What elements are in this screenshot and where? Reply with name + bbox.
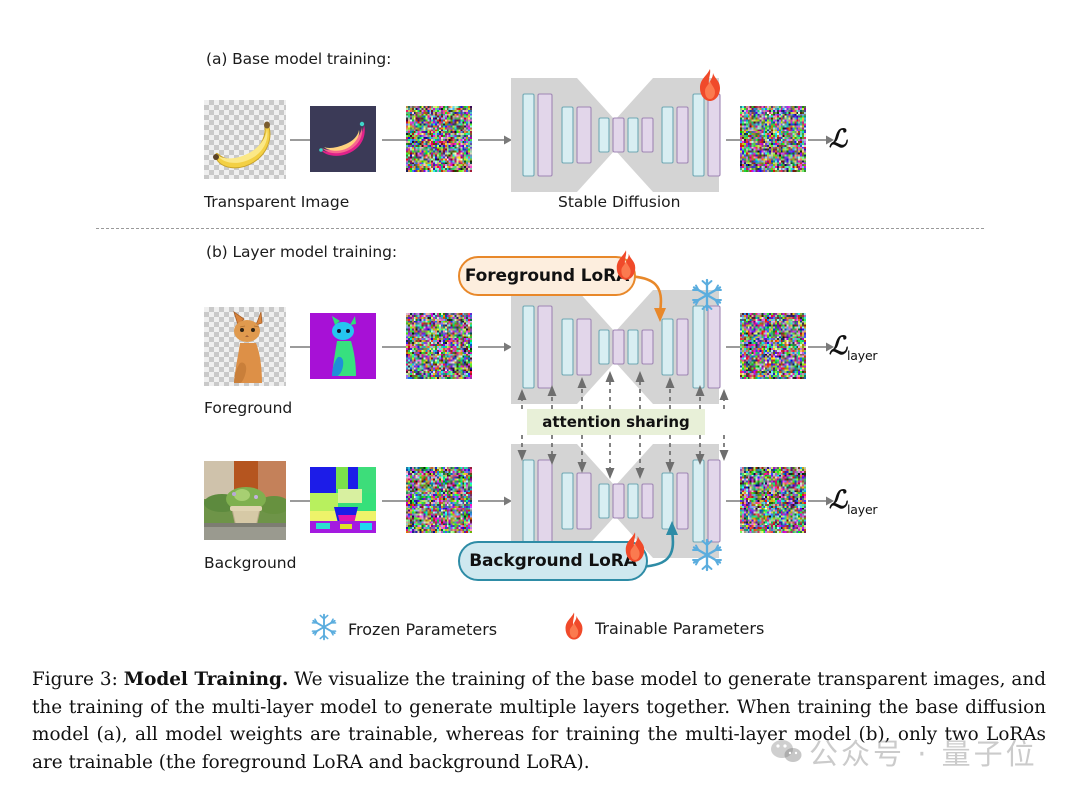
caption-figure-number: Figure 3: xyxy=(32,669,118,690)
snowflake-icon xyxy=(310,612,338,646)
thumbnail-noise-b2 xyxy=(406,467,472,533)
loss-label-background: ℒlayer xyxy=(829,485,878,517)
legend-item-frozen: Frozen Parameters xyxy=(310,612,497,646)
thumbnail-transparent-banana xyxy=(204,100,286,179)
thumbnail-noise-a xyxy=(406,106,472,172)
background-lora-label: Background LoRA xyxy=(469,551,637,571)
thumbnail-background-photo xyxy=(204,461,286,540)
legend-label-trainable: Trainable Parameters xyxy=(595,618,765,638)
caption-transparent-image: Transparent Image xyxy=(204,193,350,211)
loss-subscript-background: layer xyxy=(847,502,878,517)
thumbnail-background-latent xyxy=(310,467,376,533)
legend-item-trainable: Trainable Parameters xyxy=(563,610,764,646)
background-lora-badge[interactable]: Background LoRA xyxy=(458,541,648,581)
loss-label-base: ℒ xyxy=(829,124,847,153)
flame-icon-base-model xyxy=(697,68,723,106)
loss-label-foreground: ℒlayer xyxy=(829,331,878,363)
loss-symbol-background: ℒ xyxy=(829,485,848,514)
thumbnail-foreground-cat xyxy=(204,307,286,386)
thumbnail-output-noise-b1 xyxy=(740,313,806,379)
loss-symbol-foreground: ℒ xyxy=(829,331,848,360)
section-a-title: (a) Base model training: xyxy=(206,50,392,68)
foreground-lora-badge[interactable]: Foreground LoRA xyxy=(458,256,636,296)
unet-stable-diffusion xyxy=(507,76,723,194)
flame-icon-background-lora xyxy=(623,531,647,567)
thumbnail-foreground-latent xyxy=(310,313,376,379)
thumbnail-banana-latent xyxy=(310,106,376,172)
caption-bold-title: Model Training. xyxy=(123,669,289,690)
figure-diagram: (a) Base model training: (b) Layer model… xyxy=(0,0,1080,660)
foreground-lora-label: Foreground LoRA xyxy=(464,266,630,286)
thumbnail-output-noise-b2 xyxy=(740,467,806,533)
loss-symbol-base: ℒ xyxy=(829,124,848,153)
caption-background: Background xyxy=(204,554,297,572)
snowflake-icon-foreground-unet xyxy=(690,278,724,316)
attention-sharing-label-text: attention sharing xyxy=(542,413,690,431)
snowflake-icon-background-unet xyxy=(690,538,724,576)
thumbnail-noise-b1 xyxy=(406,313,472,379)
caption-stable-diffusion: Stable Diffusion xyxy=(558,193,681,211)
figure-caption: Figure 3: Model Training. We visualize t… xyxy=(32,666,1046,776)
caption-foreground: Foreground xyxy=(204,399,293,417)
legend-label-frozen: Frozen Parameters xyxy=(348,619,498,639)
loss-subscript-foreground: layer xyxy=(847,348,878,363)
flame-icon xyxy=(563,610,585,646)
section-divider xyxy=(96,228,984,229)
flame-icon-foreground-lora xyxy=(614,249,638,285)
section-b-title: (b) Layer model training: xyxy=(206,243,397,261)
thumbnail-output-noise-a xyxy=(740,106,806,172)
legend: Frozen Parameters Trainable Parameters xyxy=(300,608,790,650)
